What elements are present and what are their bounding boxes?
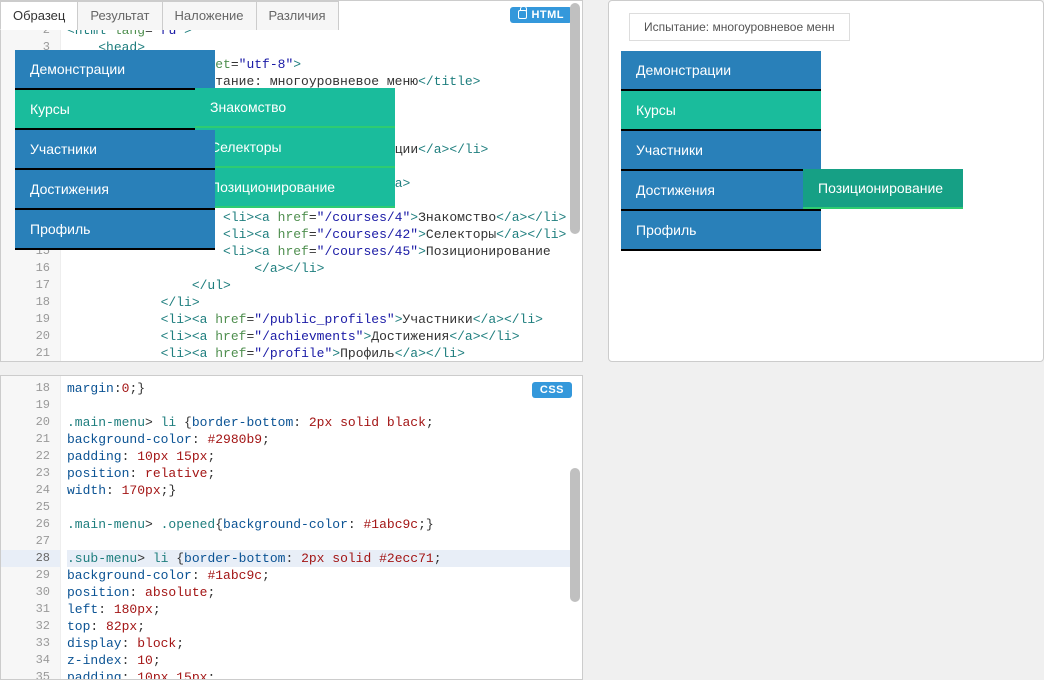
html-scrollbar[interactable] <box>570 3 580 359</box>
preview-pane: Испытание: многоуровневое менн Демонстра… <box>608 0 1044 362</box>
menu-item[interactable]: Достижения <box>15 170 215 210</box>
css-scrollbar[interactable] <box>570 378 580 677</box>
menu-item[interactable]: Участники <box>621 131 821 171</box>
result-menu: ДемонстрацииКурсыЗнакомствоСелекторыПози… <box>15 50 215 250</box>
menu-item[interactable]: КурсыЗнакомствоСелекторыПозиционирование <box>15 90 215 130</box>
css-badge-label: CSS <box>540 384 564 396</box>
preview-title: Испытание: многоуровневое менн <box>629 13 850 41</box>
menu-item[interactable]: Участники <box>15 130 215 170</box>
submenu-item[interactable]: Знакомство <box>195 88 395 128</box>
menu-item[interactable]: ДостиженияПозиционирование <box>621 171 821 211</box>
tab-Различия[interactable]: Различия <box>256 1 339 30</box>
submenu-item[interactable]: Селекторы <box>195 128 395 168</box>
tab-Результат[interactable]: Результат <box>77 1 162 30</box>
menu-item[interactable]: Курсы <box>621 91 821 131</box>
lock-icon <box>518 10 527 19</box>
css-gutter: 181920212223242526272829303132333435 <box>1 376 61 679</box>
submenu-item[interactable]: Позиционирование <box>803 169 963 209</box>
menu-item[interactable]: Профиль <box>15 210 215 250</box>
menu-item[interactable]: Профиль <box>621 211 821 251</box>
menu-item[interactable]: Демонстрации <box>621 51 821 91</box>
preview-menu: ДемонстрацииКурсыУчастникиДостиженияПози… <box>621 51 821 251</box>
css-badge: CSS <box>532 382 572 398</box>
css-editor-pane[interactable]: 181920212223242526272829303132333435 mar… <box>0 375 583 680</box>
menu-item[interactable]: Демонстрации <box>15 50 215 90</box>
html-badge: HTML <box>510 7 572 23</box>
html-badge-label: HTML <box>531 9 564 21</box>
css-code-area[interactable]: margin:0;} .main-menu> li {border-bottom… <box>61 376 582 679</box>
submenu-item[interactable]: Позиционирование <box>195 168 395 208</box>
tab-Образец[interactable]: Образец <box>0 1 78 30</box>
tab-Наложение[interactable]: Наложение <box>162 1 257 30</box>
